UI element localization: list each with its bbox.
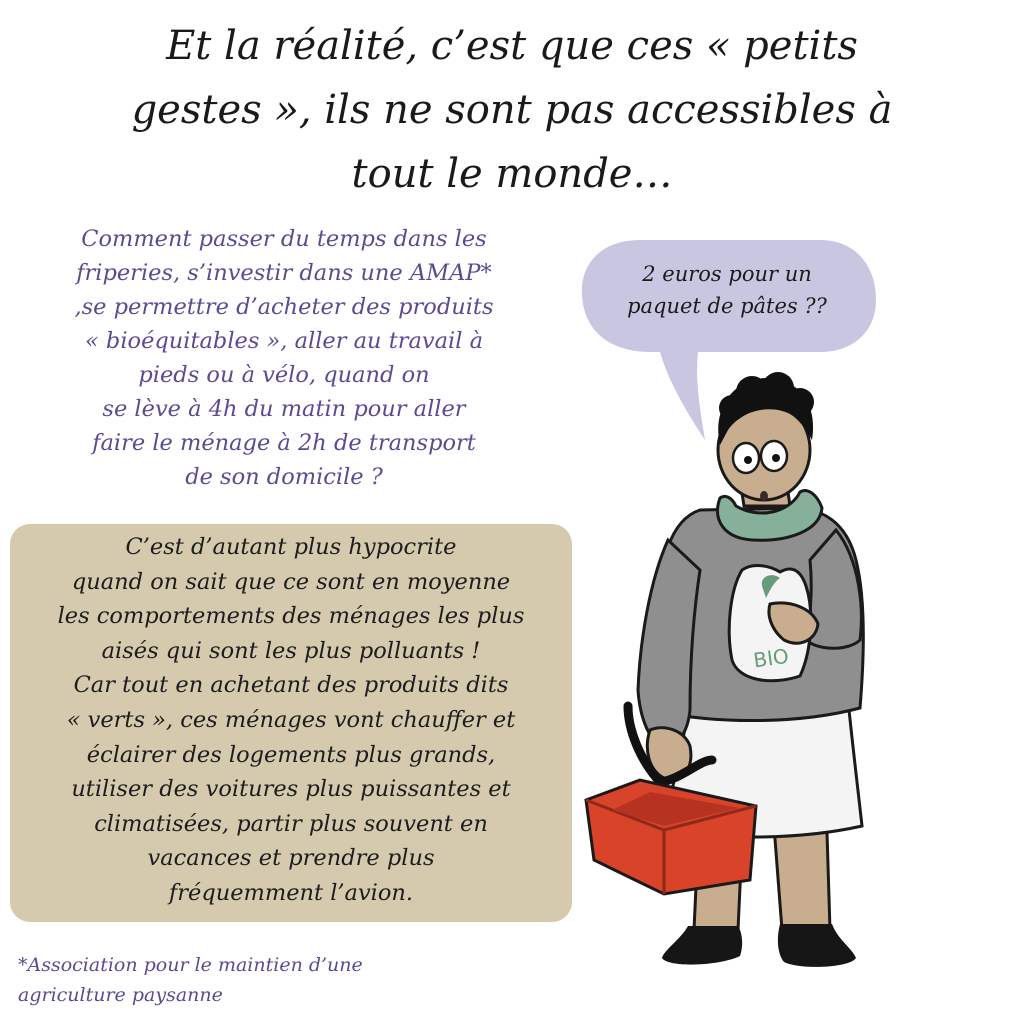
illustration: BIO (581, 240, 876, 967)
right-shoe (777, 924, 856, 967)
mouth (760, 491, 768, 501)
speech-line: paquet de pâtes ?? (627, 294, 827, 318)
speech-bubble-text: 2 euros pour un paquet de pâtes ?? (598, 258, 856, 322)
woman-figure (584, 372, 865, 967)
left-shoe (662, 926, 743, 965)
speech-line: 2 euros pour un (642, 262, 812, 286)
bio-label: BIO (752, 644, 790, 673)
